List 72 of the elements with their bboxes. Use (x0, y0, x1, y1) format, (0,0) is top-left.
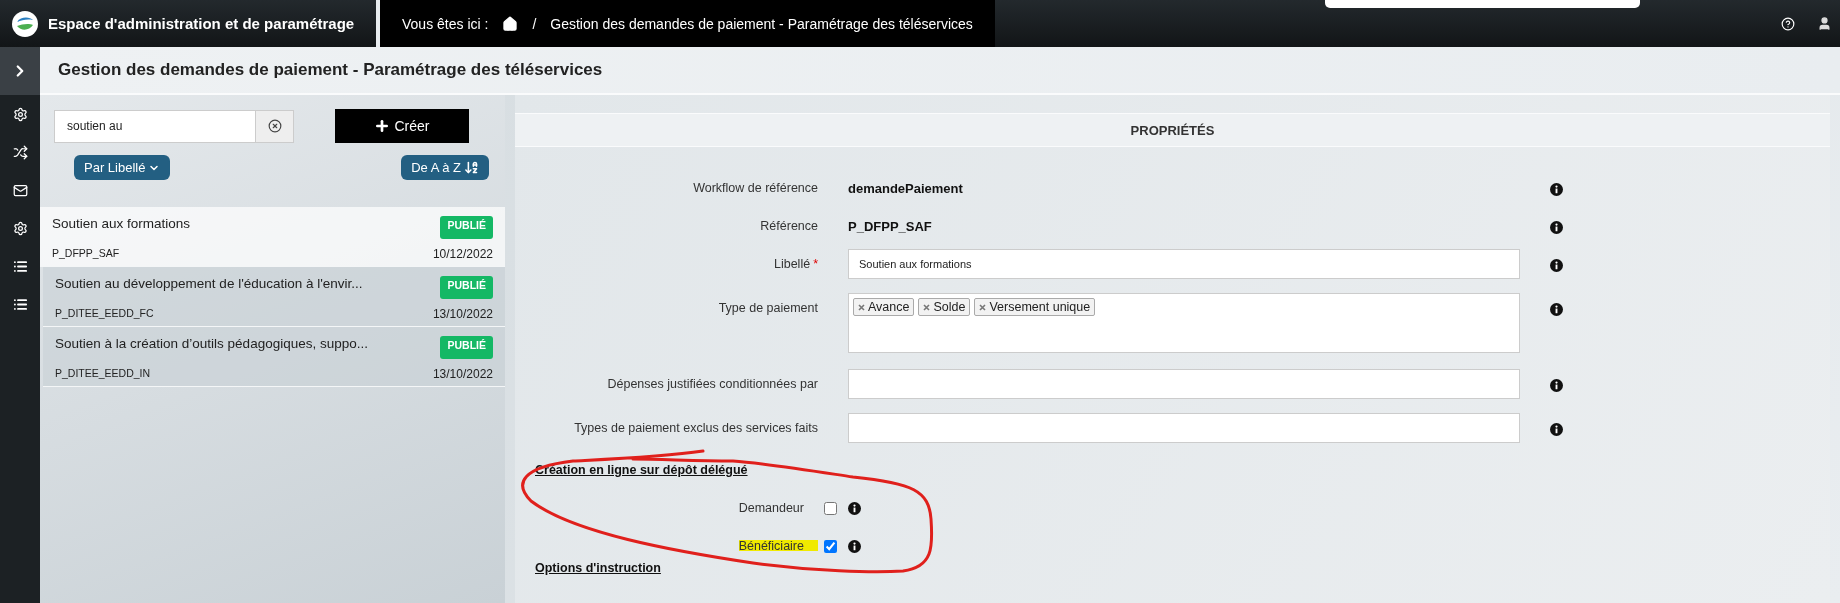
info-icon[interactable] (848, 539, 861, 553)
remove-icon[interactable] (858, 303, 865, 311)
page-title: Gestion des demandes de paiement - Paramétrage des téléservices (58, 60, 603, 80)
field-value: P_DFPP_SAF (848, 218, 932, 234)
sort-field-button[interactable]: Par Libellé (74, 155, 171, 180)
checkbox[interactable] (824, 539, 837, 553)
text-field[interactable] (848, 413, 1520, 443)
list-item[interactable]: Soutien à la création d’outils pédagogiques, suppo... PUBLIÉ P_DITEE_EEDD_IN 13/10/2022 (43, 327, 505, 387)
help-icon[interactable] (1781, 16, 1795, 31)
info-icon[interactable] (1550, 259, 1563, 272)
envelope-icon[interactable] (12, 182, 28, 198)
logo-icon (12, 10, 38, 37)
info-icon[interactable] (1550, 423, 1563, 436)
status-badge: PUBLIÉ (440, 216, 493, 239)
home-icon[interactable] (502, 15, 519, 32)
status-badge: PUBLIÉ (440, 276, 493, 299)
field-label: Workflow de référence (693, 180, 818, 195)
create-button[interactable]: Créer (335, 109, 469, 143)
tag[interactable]: Versement unique (974, 298, 1096, 316)
info-icon[interactable] (1550, 379, 1563, 392)
checkbox-label: Demandeur (738, 500, 805, 517)
info-icon[interactable] (1550, 221, 1563, 234)
item-date: 13/10/2022 (432, 307, 493, 323)
tag[interactable]: Avance (853, 298, 915, 316)
item-code: P_DFPP_SAF (52, 247, 121, 261)
item-code: P_DITEE_EEDD_FC (55, 307, 155, 321)
field-label: Référence (760, 218, 818, 233)
list-item[interactable]: Soutien au développement de l'éducation à l'envir... PUBLIÉ P_DITEE_EEDD_FC 13/10/2022 (43, 267, 505, 327)
item-date: 10/12/2022 (432, 247, 493, 263)
checkbox[interactable] (824, 501, 837, 515)
item-title: Soutien à la création d’outils pédagogiques, suppo... (55, 336, 369, 353)
section-title: Options d'instruction (535, 560, 662, 577)
info-icon[interactable] (848, 501, 861, 515)
settings-icon[interactable] (12, 106, 28, 122)
field-label: Types de paiement exclus des services faits (574, 420, 818, 435)
section-title: Création en ligne sur dépôt délégué (535, 462, 749, 479)
info-icon[interactable] (1550, 303, 1563, 316)
tags-field[interactable]: Avance Solde Versement unique (848, 293, 1520, 353)
item-title: Soutien au développement de l'éducation à l'envir... (55, 276, 364, 293)
app-title: Espace d'administration et de paramétrage (48, 15, 355, 32)
search-field[interactable]: soutien au (54, 109, 255, 143)
sidebar-toggle[interactable] (0, 47, 40, 95)
clear-icon[interactable] (267, 119, 282, 133)
required-mark: * (813, 257, 818, 271)
breadcrumb-label: Vous êtes ici : (402, 15, 489, 32)
list-icon[interactable] (12, 296, 28, 312)
sort-icon[interactable] (464, 160, 479, 175)
breadcrumb-page: Gestion des demandes de paiement - Paramétrage des téléservices (550, 15, 973, 32)
shuffle-icon[interactable] (12, 144, 28, 160)
user-icon[interactable] (1817, 16, 1832, 31)
sort-order-button[interactable]: De A à Z (401, 155, 489, 180)
item-date: 13/10/2022 (432, 367, 493, 383)
item-title: Soutien aux formations (52, 216, 192, 233)
field-label: Dépenses justifiées conditionnées par (607, 376, 818, 391)
field-value: demandePaiement (848, 180, 963, 196)
breadcrumb-separator: / (532, 15, 537, 32)
remove-icon[interactable] (923, 303, 931, 311)
item-code: P_DITEE_EEDD_IN (55, 367, 152, 381)
status-badge: PUBLIÉ (440, 336, 493, 359)
info-icon[interactable] (1550, 183, 1563, 196)
tag[interactable]: Solde (918, 298, 971, 316)
text-field[interactable]: Soutien aux formations (848, 249, 1520, 279)
plus-icon[interactable] (374, 118, 391, 134)
list-icon[interactable] (12, 258, 28, 274)
text-field[interactable] (848, 369, 1520, 399)
settings-icon[interactable] (12, 220, 28, 236)
properties-heading: PROPRIÉTÉS (515, 113, 1830, 147)
clear-search-button[interactable] (255, 109, 294, 143)
remove-icon[interactable] (979, 303, 987, 311)
list-item[interactable]: Soutien aux formations PUBLIÉ P_DFPP_SAF 10/12/2022 (40, 207, 505, 267)
field-label: Type de paiement (718, 300, 818, 315)
field-label: Libellé * (774, 256, 818, 271)
